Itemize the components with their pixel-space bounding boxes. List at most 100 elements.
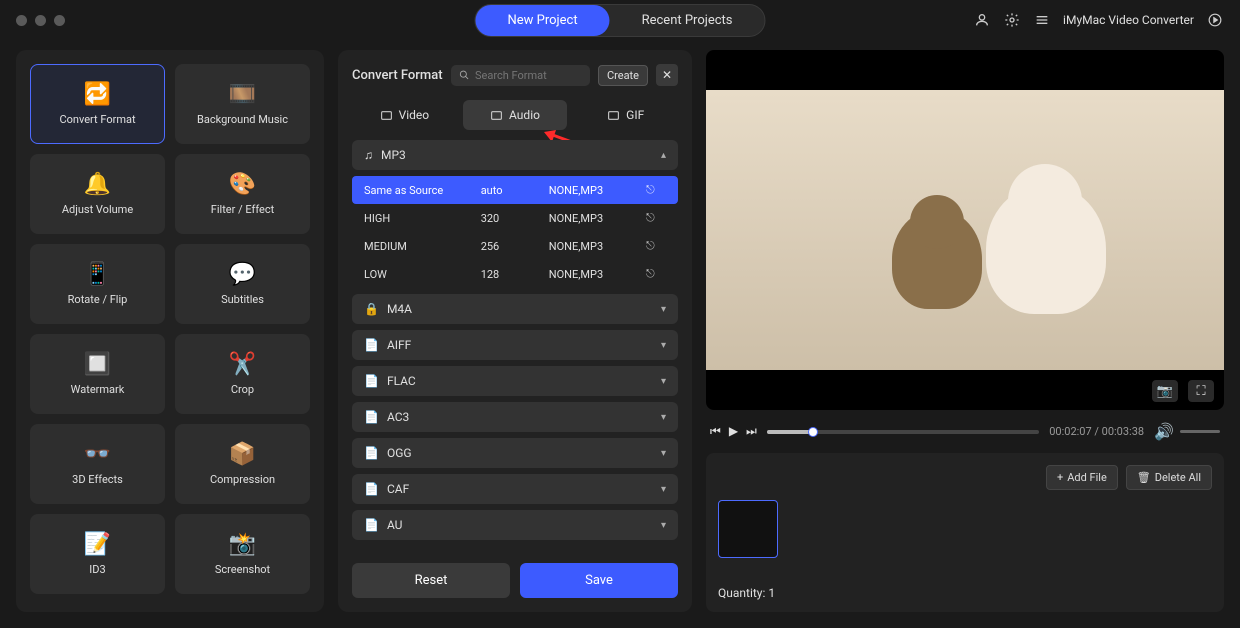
preset-codec: NONE,MP3 xyxy=(549,240,646,253)
format-name: M4A xyxy=(387,302,412,316)
format-name: AU xyxy=(387,518,403,532)
rotate-icon: 📱 xyxy=(84,262,111,287)
preset-codec: NONE,MP3 xyxy=(549,212,646,225)
tool-label: Rotate / Flip xyxy=(68,293,128,306)
maximize-window-icon[interactable] xyxy=(54,15,65,26)
volume-icon: 🔔 xyxy=(84,172,111,197)
tab-video[interactable]: Video xyxy=(352,100,457,130)
play-circle-icon[interactable] xyxy=(1206,11,1224,29)
format-aiff[interactable]: 📄AIFF▾ xyxy=(352,330,678,360)
plus-icon: + xyxy=(1057,471,1063,484)
tool-label: Adjust Volume xyxy=(62,203,133,216)
chevron-down-icon: ▾ xyxy=(661,448,666,459)
music-icon: 🎞️ xyxy=(229,82,256,107)
tool-screenshot[interactable]: 📸Screenshot xyxy=(175,514,310,594)
tool-3d-effects[interactable]: 👓3D Effects xyxy=(30,424,165,504)
subtitles-icon: 💬 xyxy=(229,262,256,287)
delete-all-button[interactable]: 🗑Delete All xyxy=(1126,465,1212,490)
file-panel: +Add File 🗑Delete All Quantity: 1 xyxy=(706,453,1224,612)
tab-label: GIF xyxy=(626,108,644,122)
preset-bitrate: 256 xyxy=(481,240,549,253)
tool-label: Compression xyxy=(210,473,275,486)
chevron-up-icon: ▴ xyxy=(661,150,666,161)
video-preview[interactable]: 📷 ⛶ xyxy=(706,50,1224,410)
file-thumbnail[interactable] xyxy=(718,500,778,558)
format-icon: 📄 xyxy=(364,446,379,460)
search-input[interactable] xyxy=(475,69,582,82)
format-panel-header: Convert Format Create ✕ xyxy=(352,64,678,86)
chevron-down-icon: ▾ xyxy=(661,484,666,495)
preview-column: 📷 ⛶ ⏮ ▶ ⏭ 00:02:07 / 00:03:38 🔊 +Add Fil… xyxy=(706,50,1224,612)
add-file-button[interactable]: +Add File xyxy=(1046,465,1118,490)
tool-compression[interactable]: 📦Compression xyxy=(175,424,310,504)
format-ogg[interactable]: 📄OGG▾ xyxy=(352,438,678,468)
format-mp3-header[interactable]: ♫ MP3 ▴ xyxy=(352,140,678,170)
next-button[interactable]: ⏭ xyxy=(746,424,757,439)
header-right: iMyMac Video Converter xyxy=(973,11,1224,29)
tab-new-project[interactable]: New Project xyxy=(475,5,609,36)
format-icon: 🔒 xyxy=(364,302,379,316)
external-link-icon[interactable]: ⎋ xyxy=(646,183,666,197)
tab-recent-projects[interactable]: Recent Projects xyxy=(610,5,765,36)
preview-overlay-controls: 📷 ⛶ xyxy=(1152,380,1214,402)
external-link-icon[interactable]: ⎋ xyxy=(646,267,666,281)
progress-thumb[interactable] xyxy=(808,427,818,437)
preset-high[interactable]: HIGH320NONE,MP3⎋ xyxy=(352,204,678,232)
tool-crop[interactable]: ✂️ Crop xyxy=(175,334,310,414)
preset-medium[interactable]: MEDIUM256NONE,MP3⎋ xyxy=(352,232,678,260)
tab-audio[interactable]: Audio xyxy=(463,100,568,130)
format-icon: 📄 xyxy=(364,374,379,388)
minimize-window-icon[interactable] xyxy=(35,15,46,26)
preset-same-as-source[interactable]: Same as SourceautoNONE,MP3⎋ xyxy=(352,176,678,204)
tool-label: Filter / Effect xyxy=(211,203,274,216)
crop-icon: ✂️ xyxy=(229,352,256,377)
tool-label: Crop xyxy=(231,383,254,396)
progress-bar[interactable] xyxy=(767,430,1039,434)
tool-subtitles[interactable]: 💬Subtitles xyxy=(175,244,310,324)
volume-control[interactable]: 🔊 xyxy=(1154,422,1220,441)
tool-background-music[interactable]: 🎞️Background Music xyxy=(175,64,310,144)
create-button[interactable]: Create xyxy=(598,65,648,86)
external-link-icon[interactable]: ⎋ xyxy=(646,211,666,225)
tab-label: Audio xyxy=(509,108,540,122)
settings-icon[interactable] xyxy=(1003,11,1021,29)
tool-rotate-flip[interactable]: 📱 Rotate / Flip xyxy=(30,244,165,324)
external-link-icon[interactable]: ⎋ xyxy=(646,239,666,253)
snapshot-icon[interactable]: 📷 xyxy=(1152,380,1178,402)
panel-actions: Reset Save xyxy=(352,563,678,598)
format-m4a[interactable]: 🔒M4A▾ xyxy=(352,294,678,324)
preset-name: HIGH xyxy=(364,212,481,225)
account-icon[interactable] xyxy=(973,11,991,29)
tool-adjust-volume[interactable]: 🔔 Adjust Volume xyxy=(30,154,165,234)
tab-gif[interactable]: GIF xyxy=(573,100,678,130)
tab-label: Video xyxy=(399,108,430,122)
prev-button[interactable]: ⏮ xyxy=(710,424,721,439)
cat-illustration xyxy=(892,209,982,309)
save-button[interactable]: Save xyxy=(520,563,678,598)
search-icon xyxy=(459,69,469,81)
preset-name: LOW xyxy=(364,268,481,281)
format-name: FLAC xyxy=(387,374,416,388)
chevron-down-icon: ▾ xyxy=(661,520,666,531)
tool-convert-format[interactable]: 🔁Convert Format xyxy=(30,64,165,144)
menu-icon[interactable] xyxy=(1033,11,1051,29)
chevron-down-icon: ▾ xyxy=(661,376,666,387)
fullscreen-icon[interactable]: ⛶ xyxy=(1188,380,1214,402)
tool-id3[interactable]: 📝ID3 xyxy=(30,514,165,594)
format-ac3[interactable]: 📄AC3▾ xyxy=(352,402,678,432)
close-panel-button[interactable]: ✕ xyxy=(656,64,678,86)
tool-watermark[interactable]: 🔲Watermark xyxy=(30,334,165,414)
format-caf[interactable]: 📄CAF▾ xyxy=(352,474,678,504)
play-button[interactable]: ▶ xyxy=(729,424,738,439)
search-format[interactable] xyxy=(451,65,590,86)
format-au[interactable]: 📄AU▾ xyxy=(352,510,678,540)
3d-icon: 👓 xyxy=(84,442,111,467)
format-flac[interactable]: 📄 FLAC ▾ xyxy=(352,366,678,396)
reset-button[interactable]: Reset xyxy=(352,563,510,598)
volume-slider[interactable] xyxy=(1180,430,1220,433)
tool-filter-effect[interactable]: 🎨Filter / Effect xyxy=(175,154,310,234)
close-window-icon[interactable] xyxy=(16,15,27,26)
watermark-icon: 🔲 xyxy=(84,352,111,377)
chevron-down-icon: ▾ xyxy=(661,412,666,423)
preset-low[interactable]: LOW128NONE,MP3⎋ xyxy=(352,260,678,288)
